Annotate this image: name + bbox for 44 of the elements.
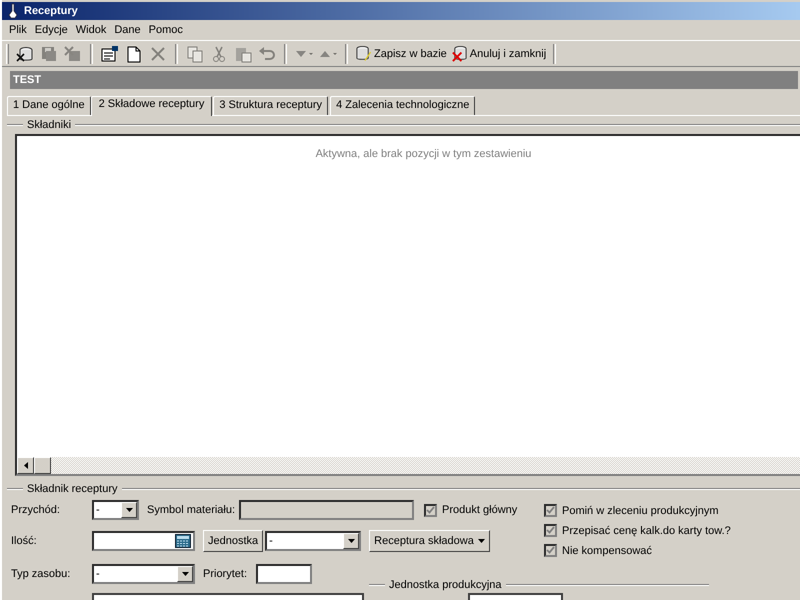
window-title: Receptury <box>24 5 78 17</box>
component-recipe-button[interactable]: Receptura składowa <box>369 530 490 552</box>
dropdown-arrow-icon <box>182 572 188 576</box>
checkmark-icon <box>426 506 436 514</box>
group-label: Jednostka produkcyjna <box>389 579 502 591</box>
empty-message: Aktywna, ale brak pozycji w tym zestawieniu <box>314 147 532 160</box>
checkmark-icon <box>546 506 555 515</box>
resource-type-dropdown[interactable]: - <box>92 564 195 584</box>
unit-dropdown[interactable]: - <box>265 530 362 550</box>
menu-item[interactable]: Edycje <box>30 24 72 36</box>
caret-icon <box>478 538 485 542</box>
menu-item[interactable]: Dane <box>110 24 145 36</box>
income-dropdown[interactable]: - <box>92 500 139 520</box>
toolbar-button[interactable]: Zapisz w bazie <box>353 42 449 64</box>
tab[interactable]: 2 Składowe receptury <box>90 96 212 116</box>
left-arrow-icon <box>24 462 28 469</box>
quantity-field[interactable] <box>92 530 195 550</box>
calculator-icon[interactable] <box>175 534 191 548</box>
menu-item[interactable]: Plik <box>5 24 31 36</box>
scroll-thumb[interactable] <box>34 457 51 474</box>
toolbar-button[interactable]: Anuluj i zamknij <box>448 42 548 64</box>
field-label: Przychód: <box>11 504 61 516</box>
record-title: TEST <box>13 74 42 86</box>
horizontal-scrollbar[interactable] <box>17 457 800 474</box>
tab[interactable]: 4 Zalecenia technologiczne <box>330 96 476 115</box>
group-label: Składnik receptury <box>27 483 118 495</box>
unit-button[interactable]: Jednostka <box>203 530 264 552</box>
field-label: Typ zasobu: <box>11 568 72 580</box>
database-pencil-icon <box>355 45 372 62</box>
tab[interactable]: 3 Struktura receptury <box>213 96 328 115</box>
group-label: Składniki <box>27 119 72 131</box>
field-label: Priorytet: <box>203 568 248 580</box>
database-cross-icon <box>450 45 468 62</box>
menu-item[interactable]: Widok <box>72 24 110 36</box>
menu-item[interactable]: Pomoc <box>144 24 187 36</box>
dropdown-arrow-icon <box>348 538 355 542</box>
app-icon <box>7 3 19 19</box>
tab[interactable]: 1 Dane ogólne <box>7 96 91 115</box>
field-label: Symbol materiału: <box>147 504 236 516</box>
checkmark-icon <box>546 526 555 535</box>
field-label: Ilość: <box>11 534 38 546</box>
priority-field[interactable] <box>256 564 312 584</box>
dropdown-arrow-icon <box>126 508 132 512</box>
checkmark-icon <box>546 546 555 555</box>
